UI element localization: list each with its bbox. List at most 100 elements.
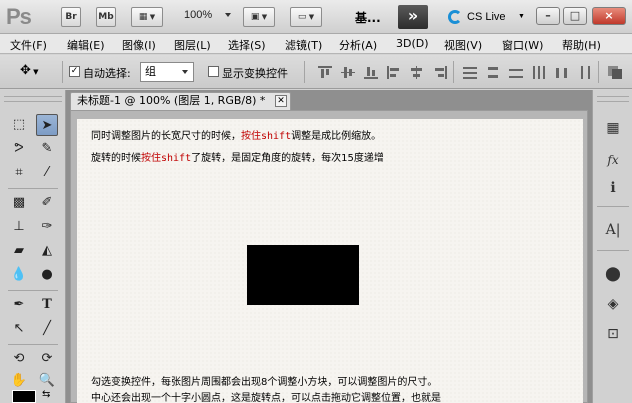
chevron-down-icon: ▼ xyxy=(306,13,315,21)
align-vcenter-icon[interactable] xyxy=(341,66,355,79)
histogram-icon[interactable]: ▦ xyxy=(601,116,625,140)
panel-divider xyxy=(597,250,629,251)
black-rectangle-layer[interactable] xyxy=(247,245,359,305)
close-tab-icon[interactable]: ✕ xyxy=(275,95,287,107)
photoshop-logo: Ps xyxy=(6,4,32,29)
arrange-documents-button[interactable]: ▣ ▼ xyxy=(243,7,275,27)
move-icon[interactable]: ➤ xyxy=(36,114,58,136)
quick-select-icon[interactable]: ✎ xyxy=(36,138,58,160)
screen-mode-button[interactable]: ▭ ▼ xyxy=(290,7,322,27)
swap-colors-icon[interactable]: ⇆ xyxy=(42,389,50,400)
show-transform-checkbox[interactable] xyxy=(208,66,219,77)
panel-grip[interactable] xyxy=(4,96,62,102)
options-divider xyxy=(304,61,305,83)
distribute-hcenter-icon[interactable] xyxy=(555,66,569,79)
menu-layer[interactable]: 图层(L) xyxy=(174,37,211,53)
tools-divider xyxy=(8,344,58,345)
chevron-down-icon: ▼ xyxy=(30,68,39,76)
minimize-button[interactable]: – xyxy=(536,7,560,25)
foreground-color-swatch[interactable] xyxy=(12,390,36,403)
align-bottom-icon[interactable] xyxy=(364,66,378,79)
zoom-dropdown-icon[interactable] xyxy=(225,13,231,17)
eraser-icon[interactable]: ▰ xyxy=(8,240,30,262)
3d-rotate-icon[interactable]: ⟲ xyxy=(8,348,30,370)
text-segment: 调整是成比例缩放。 xyxy=(291,131,382,142)
workspace-label[interactable]: 基... xyxy=(355,9,381,26)
options-bar: ✥ ▼ ✓ 自动选择: 组 显示变换控件 xyxy=(0,55,632,89)
highlight-text: 按住shift xyxy=(241,131,292,142)
character-icon[interactable]: A| xyxy=(601,218,625,242)
bridge-button[interactable]: Br xyxy=(61,7,81,27)
distribute-vcenter-icon[interactable] xyxy=(486,66,500,79)
mini-bridge-button[interactable]: Mb xyxy=(96,7,116,27)
lasso-icon[interactable]: ᕗ xyxy=(8,138,30,160)
options-divider xyxy=(453,61,454,83)
layers-icon[interactable]: ◈ xyxy=(601,292,625,316)
auto-select-checkbox[interactable]: ✓ xyxy=(69,66,80,77)
menu-analysis[interactable]: 分析(A) xyxy=(339,37,377,53)
3d-panel-icon[interactable]: ⊡ xyxy=(601,322,625,346)
marquee-icon[interactable]: ⬚ xyxy=(8,114,30,136)
canvas-text-line3: 勾选变换控件，每张图片周围都会出现8个调整小方块，可以调整图片的尺寸。 xyxy=(91,377,438,388)
panel-grip[interactable] xyxy=(597,96,629,102)
auto-align-layers-icon[interactable] xyxy=(608,66,622,79)
close-button[interactable]: × xyxy=(592,7,626,25)
line-icon[interactable]: ╱ xyxy=(36,318,58,340)
pen-icon[interactable]: ✒ xyxy=(8,294,30,316)
paint-bucket-icon[interactable]: ◭ xyxy=(36,240,58,262)
align-top-icon[interactable] xyxy=(318,66,332,79)
path-select-icon[interactable]: ↖ xyxy=(8,318,30,340)
fx-icon[interactable]: fx xyxy=(601,148,625,172)
restore-button[interactable]: □ xyxy=(563,7,587,25)
crop-icon[interactable]: ⌗ xyxy=(8,162,30,184)
align-right-icon[interactable] xyxy=(433,66,447,79)
clone-stamp-icon[interactable]: ⊥ xyxy=(8,216,30,238)
menu-view[interactable]: 视图(V) xyxy=(444,37,482,53)
cs-live-label: CS Live xyxy=(467,11,506,23)
more-workspaces-button[interactable]: » xyxy=(398,5,428,29)
auto-select-value: 组 xyxy=(145,65,156,78)
history-brush-icon[interactable]: ✑ xyxy=(36,216,58,238)
3d-orbit-icon[interactable]: ⟳ xyxy=(36,348,58,370)
menu-help[interactable]: 帮助(H) xyxy=(562,37,601,53)
distribute-right-icon[interactable] xyxy=(578,66,592,79)
panel-dock: ▦ fx ℹ A| ⬤ ◈ ⊡ xyxy=(592,90,632,403)
chevron-down-icon xyxy=(182,70,188,74)
channels-icon[interactable]: ⬤ xyxy=(601,262,625,286)
auto-select-dropdown[interactable]: 组 xyxy=(140,62,194,82)
view-extras-button[interactable]: ▦ ▼ xyxy=(131,7,163,27)
healing-brush-icon[interactable]: ▩ xyxy=(8,192,30,214)
distribute-left-icon[interactable] xyxy=(532,66,546,79)
info-icon[interactable]: ℹ xyxy=(601,176,625,200)
menu-window[interactable]: 窗口(W) xyxy=(502,37,543,53)
show-transform-label: 显示变换控件 xyxy=(222,67,288,80)
hand-icon[interactable]: ✋ xyxy=(8,370,30,392)
zoom-level[interactable]: 100% xyxy=(184,9,212,21)
blur-icon[interactable]: 💧 xyxy=(8,264,30,286)
menu-filter[interactable]: 滤镜(T) xyxy=(285,37,322,53)
canvas[interactable]: 同时调整图片的长宽尺寸的时候，按住shift调整是成比例缩放。 旋转的时候按住s… xyxy=(77,119,583,403)
document-window: 同时调整图片的长宽尺寸的时候，按住shift调整是成比例缩放。 旋转的时候按住s… xyxy=(70,110,588,403)
eyedropper-icon[interactable]: ⁄ xyxy=(36,162,58,184)
brush-icon[interactable]: ✐ xyxy=(36,192,58,214)
document-tab[interactable]: 未标题-1 @ 100% (图层 1, RGB/8) * ✕ xyxy=(70,92,291,110)
align-hcenter-icon[interactable] xyxy=(410,66,424,79)
document-tab-title: 未标题-1 @ 100% (图层 1, RGB/8) * xyxy=(77,94,266,107)
menu-select[interactable]: 选择(S) xyxy=(228,37,266,53)
align-left-icon[interactable] xyxy=(387,66,401,79)
distribute-bottom-icon[interactable] xyxy=(509,66,523,79)
dodge-icon[interactable]: ● xyxy=(36,264,58,286)
menu-edit[interactable]: 编辑(E) xyxy=(67,37,105,53)
tools-divider xyxy=(8,188,58,189)
menu-image[interactable]: 图像(I) xyxy=(122,37,156,53)
application-bar: Ps Br Mb ▦ ▼ 100% ▣ ▼ ▭ ▼ 基... » CS Live… xyxy=(0,0,632,34)
cs-live-button[interactable]: CS Live ▼ xyxy=(446,6,528,28)
move-icon: ✥ xyxy=(20,63,31,78)
text-segment: 了旋转，是固定角度的旋转，每次15度递增 xyxy=(191,153,384,164)
distribute-top-icon[interactable] xyxy=(463,66,477,79)
menu-file[interactable]: 文件(F) xyxy=(10,37,47,53)
tool-preset-picker[interactable]: ✥ ▼ xyxy=(20,63,54,81)
menu-3d[interactable]: 3D(D) xyxy=(396,37,429,50)
chevron-down-icon: ▼ xyxy=(518,13,525,20)
type-icon[interactable]: T xyxy=(36,294,58,316)
